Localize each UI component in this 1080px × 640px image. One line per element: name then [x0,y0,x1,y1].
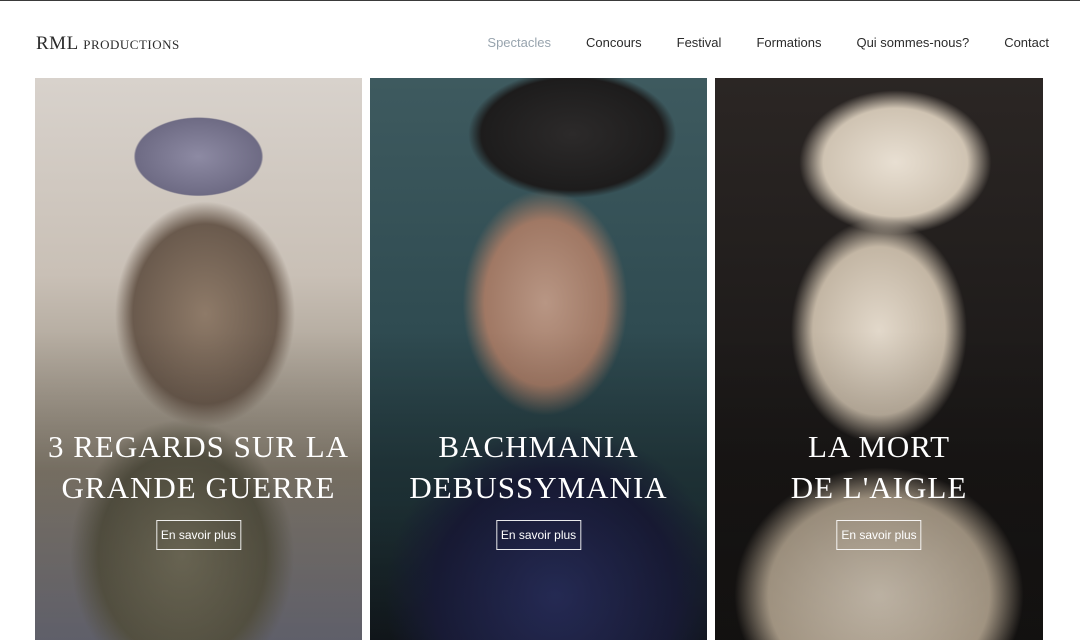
card-title: BACHMANIA DEBUSSYMANIA [409,429,668,505]
more-info-button[interactable]: En savoir plus [836,520,922,550]
nav-concours[interactable]: Concours [586,35,642,50]
nav-contact[interactable]: Contact [1004,35,1049,50]
more-info-button[interactable]: En savoir plus [495,520,582,550]
main-nav: Spectacles Concours Festival Formations … [452,35,1049,50]
card-image-soldier [35,78,362,640]
card-bachmania[interactable]: BACHMANIA DEBUSSYMANIA En savoir plus [370,78,707,640]
card-image-pianist [370,78,707,640]
more-info-button[interactable]: En savoir plus [155,520,242,550]
show-cards: 3 REGARDS SUR LA GRANDE GUERRE En savoir… [35,78,1043,640]
nav-spectacles[interactable]: Spectacles [487,35,551,50]
nav-qui-sommes-nous[interactable]: Qui sommes-nous? [856,35,969,50]
nav-formations[interactable]: Formations [756,35,821,50]
card-title: 3 REGARDS SUR LA GRANDE GUERRE [47,429,350,505]
card-title: LA MORT DE L'AIGLE [790,429,968,505]
site-logo[interactable]: RML productions [36,33,180,55]
nav-festival[interactable]: Festival [677,35,722,50]
card-grande-guerre[interactable]: 3 REGARDS SUR LA GRANDE GUERRE En savoir… [35,78,362,640]
card-image-bust [715,78,1043,640]
site-header: RML productions Spectacles Concours Fest… [0,0,1080,78]
card-mort-aigle[interactable]: LA MORT DE L'AIGLE En savoir plus [715,78,1043,640]
